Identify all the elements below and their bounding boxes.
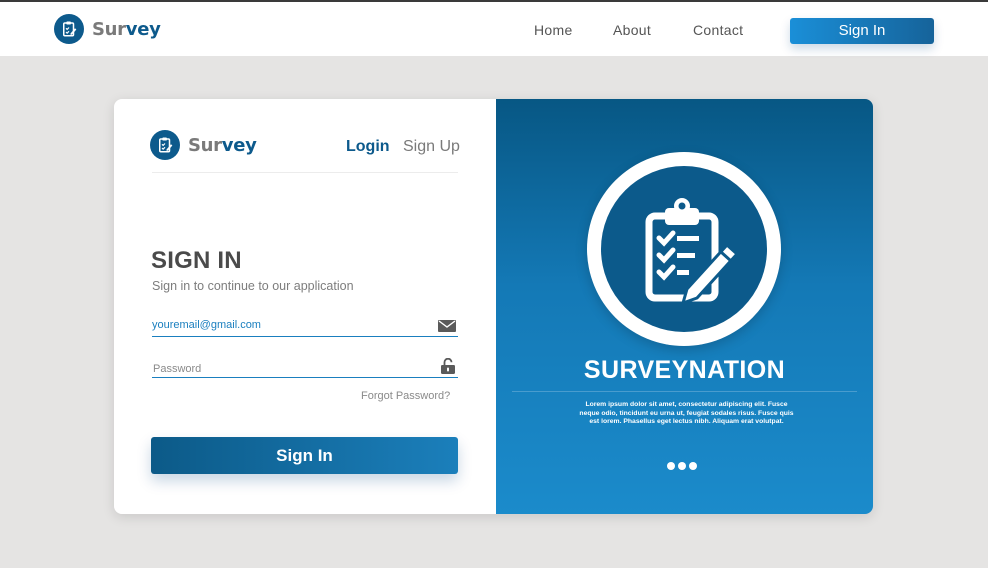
signin-submit-button[interactable]: Sign In: [151, 437, 458, 474]
password-field-placeholder: Password: [153, 363, 202, 375]
nav-link-home[interactable]: Home: [534, 22, 573, 38]
card-logo-text: Survey: [188, 135, 257, 156]
hero-badge: [587, 152, 781, 346]
navbar-logo[interactable]: Survey: [54, 14, 161, 44]
top-navbar: Survey Home About Contact Sign In: [0, 0, 988, 56]
tab-login[interactable]: Login: [346, 138, 390, 156]
carousel-dot[interactable]: [678, 462, 686, 470]
logo-text-part-a: Sur: [92, 18, 126, 40]
nav-link-about[interactable]: About: [613, 22, 651, 38]
clipboard-edit-icon: [54, 14, 84, 44]
login-panel: Survey Login Sign Up SIGN IN Sign in to …: [114, 99, 496, 514]
clipboard-checklist-pencil-icon: [645, 198, 739, 305]
nav-link-contact[interactable]: Contact: [693, 22, 743, 38]
brand-description: Lorem ipsum dolor sit amet, consectetur …: [579, 401, 794, 425]
clipboard-edit-icon: [150, 130, 180, 160]
carousel-dot[interactable]: [689, 462, 697, 470]
carousel-dot[interactable]: [667, 462, 675, 470]
logo-text-part-b: vey: [221, 134, 257, 156]
logo-text-part-a: Sur: [188, 134, 222, 156]
brand-title: SURVEYNATION: [583, 356, 786, 384]
unlock-icon: [441, 357, 455, 379]
envelope-icon: [438, 319, 456, 337]
hero-badge-inner: [601, 166, 767, 332]
divider: [152, 172, 458, 173]
divider: [512, 391, 857, 392]
page-subtitle: Sign in to continue to our application: [152, 279, 354, 293]
email-field-value: youremail@gmail.com: [152, 319, 261, 331]
password-field[interactable]: Password: [152, 357, 458, 379]
logo-text-part-b: vey: [125, 18, 161, 40]
email-field[interactable]: youremail@gmail.com: [152, 316, 458, 337]
page-title: SIGN IN: [151, 247, 242, 274]
login-card: Survey Login Sign Up SIGN IN Sign in to …: [114, 99, 873, 514]
navbar-signin-button[interactable]: Sign In: [790, 18, 934, 44]
card-logo: Survey: [150, 130, 257, 160]
carousel-dots: [667, 462, 697, 470]
forgot-password-link[interactable]: Forgot Password?: [361, 390, 450, 402]
tab-signup[interactable]: Sign Up: [403, 138, 460, 156]
brand-panel: SURVEYNATION Lorem ipsum dolor sit amet,…: [496, 99, 873, 514]
navbar-logo-text: Survey: [92, 19, 161, 40]
